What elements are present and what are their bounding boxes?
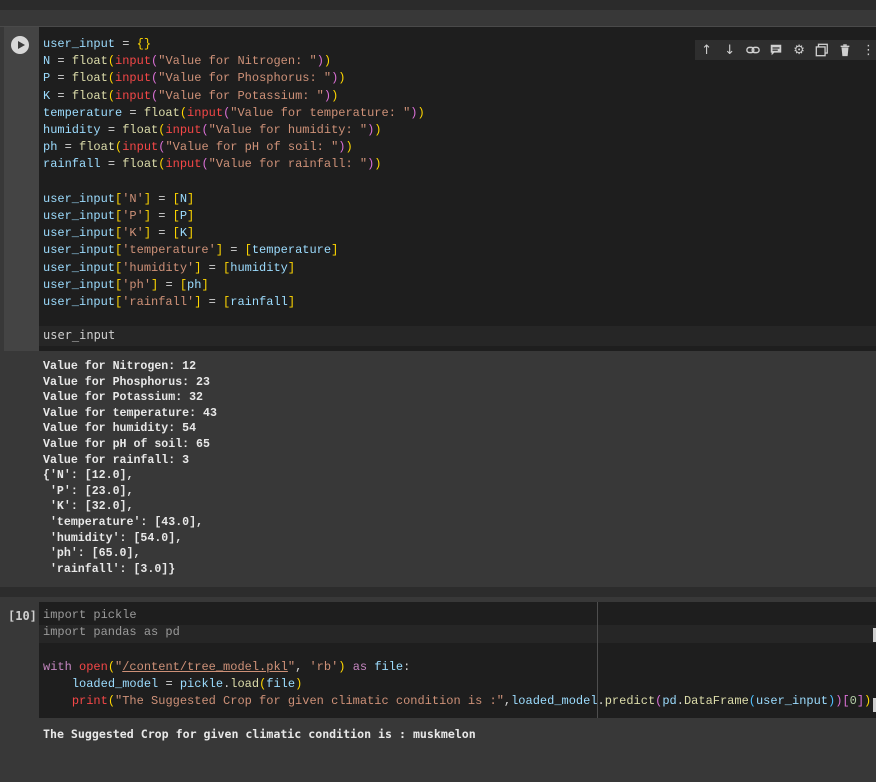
more-vert-icon[interactable]: ⋮: [859, 41, 876, 59]
code-line-last: user_input: [43, 328, 116, 342]
run-cell-button[interactable]: [11, 36, 29, 54]
code-cell-1[interactable]: user_input = {} N = float(input("Value f…: [4, 27, 876, 587]
gear-icon[interactable]: ⚙: [790, 41, 808, 59]
mirror-cell-icon[interactable]: [813, 41, 831, 59]
code-line: user_input = {} N = float(input("Value f…: [43, 37, 425, 310]
cell-gutter: [4, 27, 39, 351]
cell-toolbar: ↑ ↓ ⚙ ⋮: [695, 40, 876, 60]
execution-count: [10]: [8, 609, 37, 623]
comment-icon[interactable]: [767, 41, 785, 59]
code-editor[interactable]: user_input = {} N = float(input("Value f…: [39, 27, 876, 351]
cell-output: Value for Nitrogen: 12 Value for Phospho…: [4, 352, 876, 586]
play-icon: [17, 41, 25, 49]
top-strip: [0, 0, 876, 10]
code-line: import pickle import pandas as pd with o…: [43, 608, 872, 709]
current-line: user_input: [39, 326, 876, 346]
arrow-down-icon[interactable]: ↓: [721, 41, 739, 59]
code-cell-2[interactable]: [10] import pickle import pandas as pd w…: [4, 597, 876, 782]
link-icon[interactable]: [744, 41, 762, 59]
cell-output: The Suggested Crop for given climatic co…: [43, 727, 476, 741]
cell-separator: [0, 587, 876, 597]
code-editor[interactable]: import pickle import pandas as pd with o…: [39, 602, 876, 718]
output-text: Value for Nitrogen: 12 Value for Phospho…: [43, 360, 217, 576]
arrow-up-icon[interactable]: ↑: [698, 41, 716, 59]
trash-icon[interactable]: [836, 41, 854, 59]
